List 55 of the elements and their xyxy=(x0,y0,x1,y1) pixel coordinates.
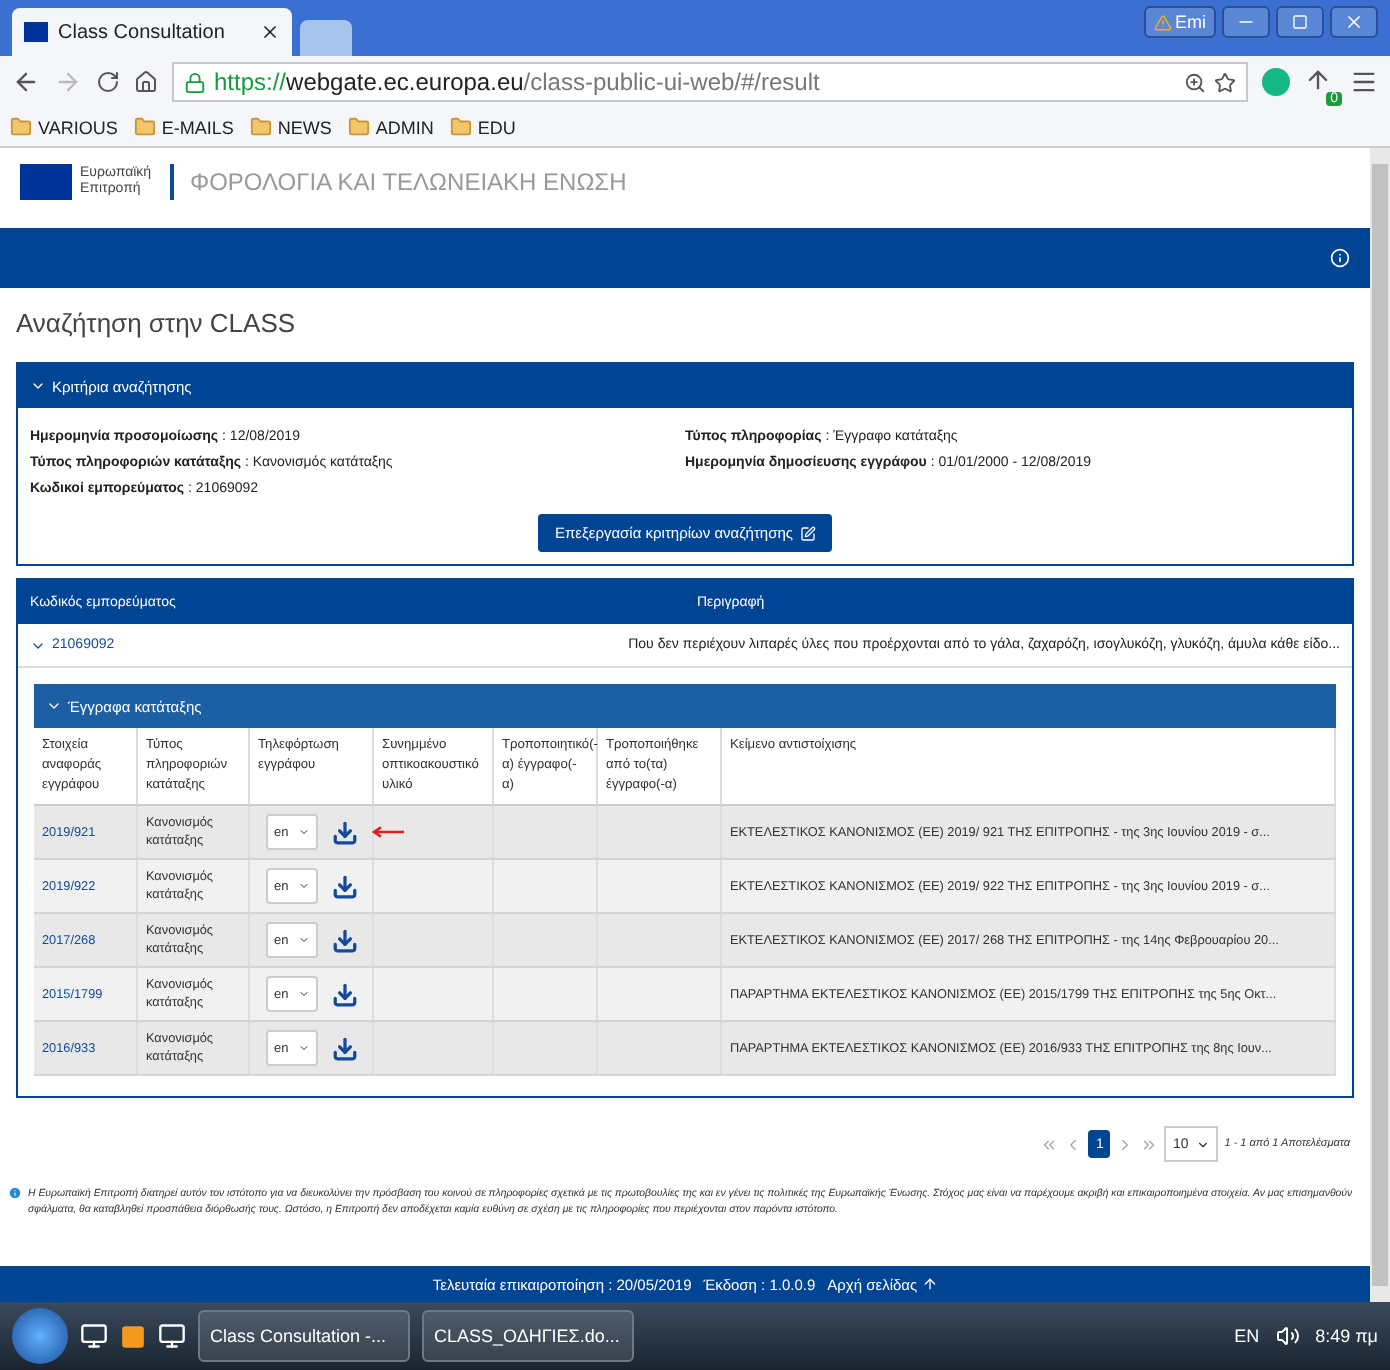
caret-icon xyxy=(1196,1137,1211,1151)
download-icon[interactable] xyxy=(332,1035,358,1061)
scrollbar[interactable] xyxy=(1370,148,1390,1302)
start-button[interactable] xyxy=(12,1308,68,1364)
home-icon[interactable] xyxy=(134,70,158,94)
folder-icon xyxy=(133,116,156,138)
caret-icon xyxy=(298,826,310,838)
bookmark-folder[interactable]: NEWS xyxy=(249,116,332,138)
profile-button[interactable]: Emi xyxy=(1143,6,1216,38)
bookmark-folder[interactable]: ADMIN xyxy=(347,116,434,138)
folder-icon xyxy=(449,116,472,138)
download-icon[interactable] xyxy=(332,819,358,845)
warning-icon xyxy=(1153,13,1171,31)
close-icon xyxy=(1344,12,1364,32)
menu-icon[interactable] xyxy=(1350,68,1378,96)
star-icon[interactable] xyxy=(1214,71,1236,93)
url-text: https://webgate.ec.europa.eu/class-public-ui-web/#/result xyxy=(214,68,820,96)
caret-icon xyxy=(30,378,46,394)
page-title: Αναζήτηση στην CLASS xyxy=(14,306,298,342)
download-icon[interactable] xyxy=(332,927,358,953)
restore-icon xyxy=(1292,14,1308,30)
desktop-icon[interactable] xyxy=(80,1322,108,1350)
folder-icon xyxy=(347,116,370,138)
back-icon[interactable] xyxy=(12,68,40,96)
caret-icon xyxy=(298,1042,310,1054)
lock-icon xyxy=(184,71,206,93)
folder-icon xyxy=(249,116,272,138)
download-icon[interactable] xyxy=(332,873,358,899)
caret-icon xyxy=(298,880,310,892)
volume-icon[interactable] xyxy=(1275,1324,1300,1348)
address-field[interactable]: https://webgate.ec.europa.eu/class-public-ui-web/#/result xyxy=(172,62,1248,102)
caret-icon xyxy=(298,988,310,1000)
bookmark-folder[interactable]: VARIOUS xyxy=(10,116,118,138)
site-title: ΦΟΡΟΛΟΓΙΑ ΚΑΙ ΤΕΛΩΝΕΙΑΚΗ ΕΝΩΣΗ xyxy=(190,168,627,196)
download-icon[interactable] xyxy=(332,981,358,1007)
bookmark-folder[interactable]: EDU xyxy=(449,116,516,138)
taskbar-window[interactable]: CLASS_ΟΔΗΓΙΕΣ.do... xyxy=(422,1310,634,1362)
language-indicator[interactable]: EN xyxy=(1234,1326,1260,1346)
restore-button[interactable] xyxy=(1276,6,1324,38)
caret-icon xyxy=(298,934,310,946)
bookmark-folder[interactable]: E-MAILS xyxy=(133,116,234,138)
taskbar-window[interactable]: Class Consultation -... xyxy=(198,1310,410,1362)
edit-icon xyxy=(799,525,816,541)
zoom-icon[interactable] xyxy=(1184,71,1206,93)
info-icon[interactable] xyxy=(1330,248,1350,268)
caret-icon xyxy=(46,698,62,714)
browser-tab[interactable]: Class Consultation xyxy=(12,8,292,56)
arrow-up-icon xyxy=(921,1276,938,1292)
window-icon[interactable] xyxy=(158,1322,186,1350)
info-icon xyxy=(8,1186,22,1200)
reload-icon[interactable] xyxy=(96,70,120,94)
close-icon[interactable] xyxy=(260,22,280,42)
clock-text[interactable]: 8:49 πμ xyxy=(1315,1326,1378,1346)
close-button[interactable] xyxy=(1330,6,1378,38)
folder-icon xyxy=(10,116,32,138)
